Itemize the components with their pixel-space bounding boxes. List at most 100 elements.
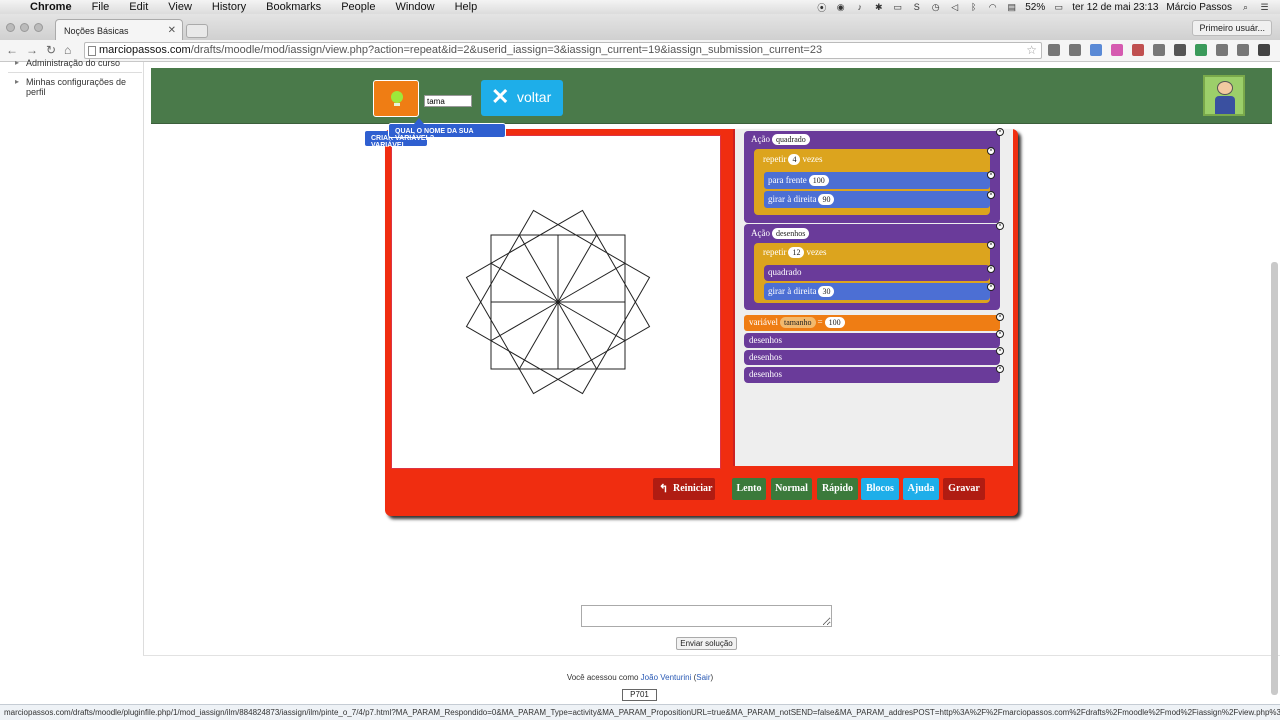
keyboard-icon[interactable]: ▤ [1006, 2, 1017, 12]
frame-extension-icon[interactable] [1153, 44, 1165, 56]
delete-block-icon[interactable]: × [996, 330, 1004, 338]
nav-course-admin[interactable]: Administração do curso [8, 58, 142, 68]
menu-view[interactable]: View [168, 1, 192, 13]
block-para-frente[interactable]: para frente 100 [764, 172, 990, 189]
menu-edit[interactable]: Edit [129, 1, 148, 13]
delete-block-icon[interactable]: × [987, 265, 995, 273]
ajuda-button[interactable]: Ajuda [903, 478, 939, 500]
delete-block-icon[interactable]: × [996, 313, 1004, 321]
delete-block-icon[interactable]: × [996, 222, 1004, 230]
notification-center-icon[interactable]: ☰ [1259, 2, 1270, 12]
css-extension-icon[interactable] [1195, 44, 1207, 56]
print-extension-icon[interactable] [1237, 44, 1249, 56]
block-call-desenhos-1[interactable]: desenhos [744, 333, 1000, 348]
reiniciar-button[interactable]: ↰ Reiniciar [653, 478, 715, 500]
block-girar-90[interactable]: girar à direita 90 [764, 191, 990, 208]
tab-close-icon[interactable]: ✕ [168, 25, 176, 36]
tab-title: Noções Básicas [64, 26, 129, 36]
volume-icon[interactable]: ◁ [949, 2, 960, 12]
bluetooth-icon[interactable]: ᛒ [968, 2, 979, 12]
variable-name-input[interactable] [424, 95, 472, 107]
new-tab-button[interactable] [186, 24, 208, 38]
settings-extension-icon[interactable] [1048, 44, 1060, 56]
layout-extension-icon[interactable] [1216, 44, 1228, 56]
delete-block-icon[interactable]: × [987, 171, 995, 179]
block-call-desenhos-3[interactable]: desenhos [744, 367, 1000, 383]
back-icon[interactable]: ← [6, 43, 18, 57]
gravar-button[interactable]: Gravar [943, 478, 985, 500]
chrome-menu-icon[interactable] [1258, 44, 1270, 56]
bell-icon[interactable]: ♪ [854, 2, 865, 12]
blocos-button[interactable]: Blocos [861, 478, 899, 500]
pocket-extension-icon[interactable] [1174, 44, 1186, 56]
girar-value[interactable]: 90 [818, 194, 835, 205]
block-variavel-tamanho[interactable]: variável tamanho = 100 [744, 315, 1000, 331]
gear-icon[interactable]: ✱ [873, 2, 884, 12]
display-icon[interactable]: ▭ [892, 2, 903, 12]
browser-tab[interactable]: Noções Básicas ✕ [55, 19, 183, 40]
submission-textarea[interactable] [581, 605, 832, 627]
close-window-icon[interactable] [6, 23, 15, 32]
circle-icon[interactable]: ◉ [835, 2, 846, 12]
block-call-desenhos-2[interactable]: desenhos [744, 350, 1000, 365]
speed-rapido-button[interactable]: Rápido [817, 478, 858, 500]
home-icon[interactable]: ⌂ [64, 43, 71, 57]
puzzle-extension-icon[interactable] [1090, 44, 1102, 56]
voltar-button[interactable]: ✕ voltar [481, 80, 563, 116]
repetir-count-field[interactable]: 4 [788, 154, 801, 165]
block-call-quadrado[interactable]: quadrado [764, 265, 990, 281]
time-machine-icon[interactable]: ◷ [930, 2, 941, 12]
nav-divider [8, 72, 142, 73]
enviar-solucao-button[interactable]: Enviar solução [676, 637, 737, 650]
profile-button[interactable]: Primeiro usuár... [1192, 20, 1272, 36]
skype-icon[interactable]: S [911, 2, 922, 12]
variavel-value-field[interactable]: 100 [824, 317, 845, 328]
para-frente-value[interactable]: 100 [808, 175, 829, 186]
acao2-header: Ação desenhos [751, 228, 811, 239]
minimize-window-icon[interactable] [20, 23, 29, 32]
nav-profile-settings[interactable]: Minhas configurações de perfil [8, 77, 142, 97]
menu-history[interactable]: History [212, 1, 246, 13]
delete-block-icon[interactable]: × [987, 147, 995, 155]
grid-extension-icon[interactable] [1132, 44, 1144, 56]
menu-app-chrome[interactable]: Chrome [30, 1, 72, 13]
zoom-window-icon[interactable] [34, 23, 43, 32]
menubar-user[interactable]: Márcio Passos [1166, 2, 1232, 13]
eyedropper-extension-icon[interactable] [1069, 44, 1081, 56]
menu-help[interactable]: Help [455, 1, 478, 13]
wifi-icon[interactable]: ◠ [987, 2, 998, 12]
repetir2-count-field[interactable]: 12 [788, 247, 805, 258]
speed-normal-button[interactable]: Normal [771, 478, 812, 500]
bookmark-star-icon[interactable]: ☆ [1026, 43, 1037, 57]
reload-icon[interactable]: ↻ [46, 43, 56, 57]
delete-block-icon[interactable]: × [996, 365, 1004, 373]
delete-block-icon[interactable]: × [996, 347, 1004, 355]
acao-name-field[interactable]: quadrado [772, 134, 810, 145]
delete-block-icon[interactable]: × [996, 128, 1004, 136]
spotlight-icon[interactable]: ⌕ [1240, 2, 1251, 12]
menu-people[interactable]: People [341, 1, 375, 13]
girar2-label: girar à direita [768, 286, 817, 296]
menu-file[interactable]: File [92, 1, 110, 13]
menu-bookmarks[interactable]: Bookmarks [266, 1, 321, 13]
delete-block-icon[interactable]: × [987, 191, 995, 199]
create-variable-button[interactable] [373, 80, 419, 117]
user-profile-link[interactable]: João Venturini [641, 673, 692, 682]
battery-percent[interactable]: 52% [1025, 2, 1045, 13]
delete-block-icon[interactable]: × [987, 241, 995, 249]
girar2-value[interactable]: 30 [818, 286, 835, 297]
address-bar[interactable]: marciopassos.com/drafts/moodle/mod/iassi… [84, 42, 1042, 59]
variavel-name-field[interactable]: tamanho [779, 317, 816, 328]
spoke-line [557, 301, 598, 370]
delete-block-icon[interactable]: × [987, 283, 995, 291]
acao2-name-field[interactable]: desenhos [772, 228, 810, 239]
speed-lento-button[interactable]: Lento [732, 478, 766, 500]
block-girar-30[interactable]: girar à direita 30 [764, 283, 990, 300]
forward-icon[interactable]: → [26, 43, 38, 57]
record-icon[interactable]: ⦿ [816, 2, 827, 13]
logout-link[interactable]: Sair [696, 673, 710, 682]
page-scrollbar[interactable] [1271, 262, 1278, 695]
clock[interactable]: ter 12 de mai 23:13 [1072, 2, 1158, 13]
color-extension-icon[interactable] [1111, 44, 1123, 56]
menu-window[interactable]: Window [395, 1, 434, 13]
